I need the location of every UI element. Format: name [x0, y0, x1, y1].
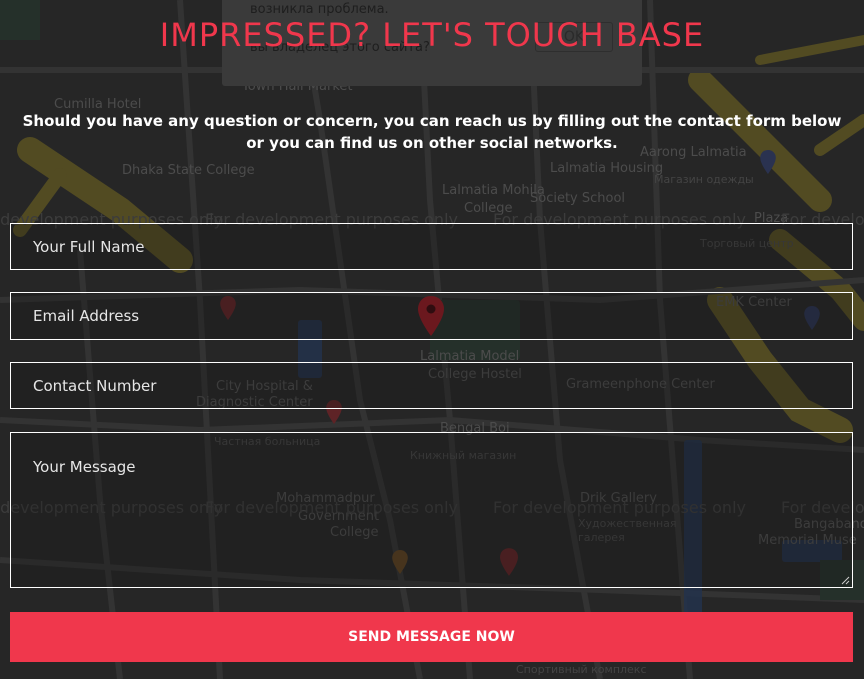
email-input[interactable]	[11, 293, 852, 339]
contact-number-field[interactable]	[10, 362, 853, 409]
full-name-input[interactable]	[11, 224, 852, 269]
page-subtitle: Should you have any question or concern,…	[22, 112, 842, 152]
message-field[interactable]	[10, 432, 853, 588]
map-place-label: Магазин одежды	[654, 173, 754, 186]
send-message-button[interactable]: SEND MESSAGE NOW	[10, 612, 853, 662]
error-message-line: возникла проблема.	[250, 2, 389, 17]
contact-number-input[interactable]	[11, 363, 852, 408]
page-title: IMPRESSED? LET'S TOUCH BASE	[159, 16, 705, 54]
map-place-label: Lalmatia Housing	[550, 161, 664, 176]
resize-handle-icon[interactable]	[840, 575, 850, 585]
map-place-label: Dhaka State College	[122, 163, 255, 178]
map-place-label: Society School	[530, 191, 626, 206]
full-name-field[interactable]	[10, 223, 853, 270]
map-place-label: Спортивный комплекс	[516, 663, 647, 676]
message-textarea[interactable]	[11, 433, 852, 587]
email-field[interactable]	[10, 292, 853, 340]
